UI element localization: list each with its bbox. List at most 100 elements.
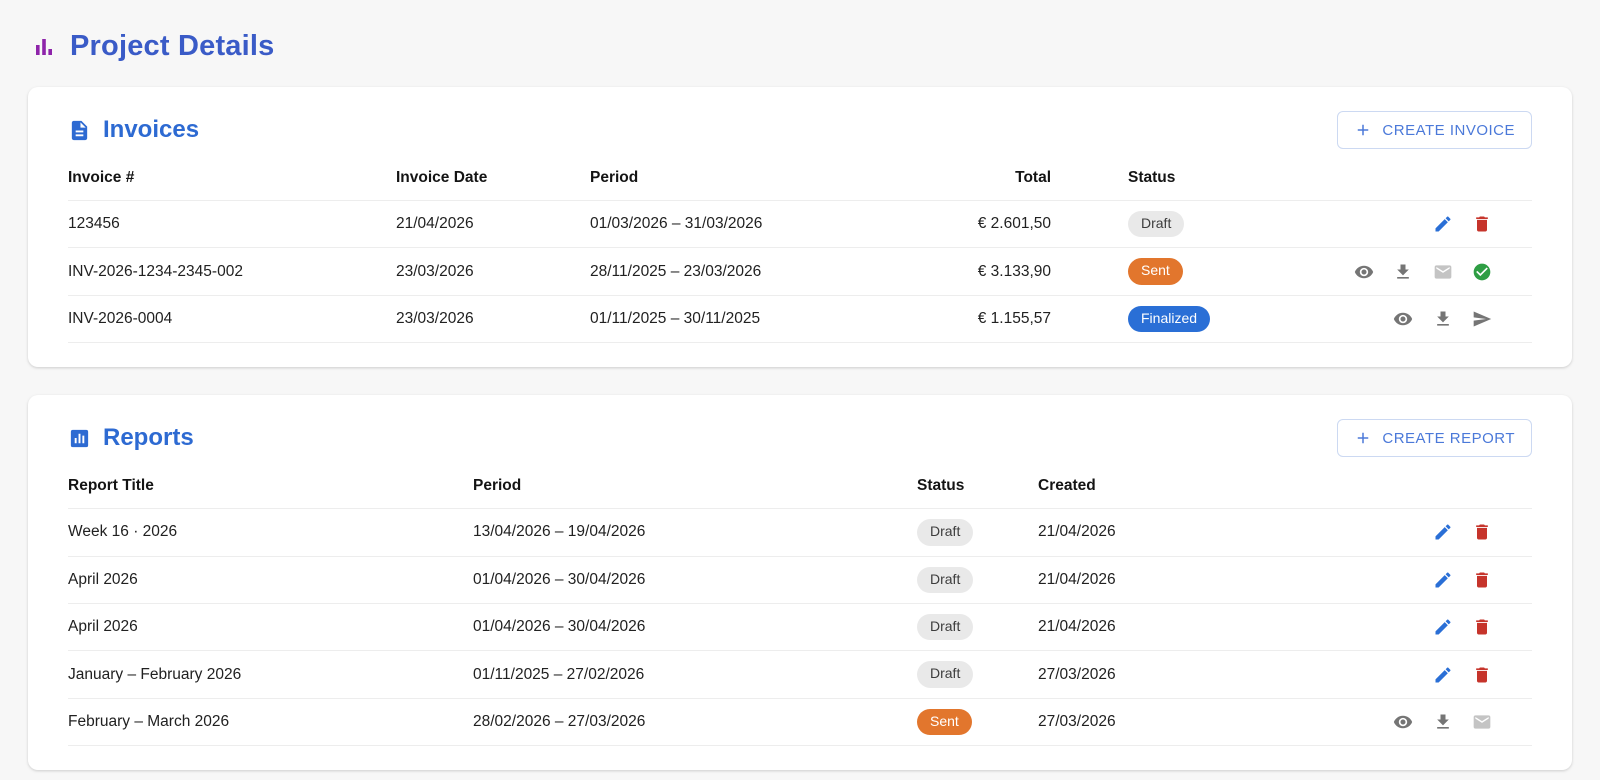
col-period: Period [590, 169, 639, 186]
edit-button[interactable] [1433, 570, 1453, 590]
report-actions [1198, 650, 1532, 699]
report-period: 01/04/2026 – 30/04/2026 [473, 555, 917, 604]
report-row: April 2026 01/04/2026 – 30/04/2026 Draft… [68, 555, 1532, 604]
email-button[interactable] [1433, 262, 1453, 282]
delete-button[interactable] [1472, 570, 1492, 590]
report-title: April 2026 [68, 602, 473, 651]
invoice-date: 23/03/2026 [396, 294, 590, 344]
status-badge: Finalized [1128, 305, 1211, 333]
check-circle-icon [1473, 263, 1491, 280]
trash-icon [1476, 524, 1488, 540]
status-badge: Draft [917, 661, 974, 688]
reports-header-row: Report Title Period Status Created [68, 465, 1532, 509]
reports-section-title: Reports [68, 424, 194, 452]
report-created: 21/04/2026 [1038, 602, 1198, 651]
col-report-title: Report Title [68, 477, 154, 495]
document-icon [71, 120, 88, 140]
delete-button[interactable] [1472, 522, 1492, 542]
report-actions [1198, 555, 1532, 604]
page: Project Details Invoices CREATE INVOICE [0, 0, 1600, 771]
status-badge: Draft [917, 613, 974, 641]
invoices-card-header: Invoices CREATE INVOICE [68, 111, 1532, 149]
invoices-table: Invoice # Invoice Date Period Total Stat… [68, 157, 1532, 344]
invoice-period: 01/03/2026 – 31/03/2026 [590, 199, 880, 248]
view-button[interactable] [1393, 712, 1413, 732]
edit-button[interactable] [1433, 665, 1453, 685]
invoices-title: Invoices [103, 116, 200, 143]
invoice-row: INV-2026-0004 23/03/2026 01/11/2025 – 30… [68, 294, 1532, 344]
download-button[interactable] [1393, 262, 1413, 282]
invoice-period: 28/11/2025 – 23/03/2026 [590, 247, 880, 296]
col-status: Status [1128, 169, 1176, 186]
status-badge: Draft [1128, 211, 1185, 238]
report-row: February – March 2026 28/02/2026 – 27/03… [68, 697, 1532, 747]
plus-icon [1358, 124, 1369, 136]
pencil-icon [1435, 572, 1451, 588]
report-period: 28/02/2026 – 27/03/2026 [473, 697, 917, 747]
download-icon [1397, 264, 1410, 279]
col-invoice-date: Invoice Date [396, 169, 488, 186]
delete-button[interactable] [1472, 617, 1492, 637]
download-icon [1436, 311, 1449, 326]
trash-icon [1476, 667, 1488, 683]
report-created: 27/03/2026 [1038, 650, 1198, 699]
download-button[interactable] [1433, 712, 1453, 732]
invoice-total: € 3.133,90 [880, 247, 1051, 296]
invoice-period: 01/11/2025 – 30/11/2025 [590, 294, 880, 344]
status-badge: Draft [917, 566, 974, 593]
report-period: 01/04/2026 – 30/04/2026 [473, 602, 917, 651]
col-total: Total [1015, 169, 1051, 186]
view-button[interactable] [1393, 309, 1413, 329]
reports-table: Report Title Period Status Created Week … [68, 465, 1532, 747]
pencil-icon [1435, 619, 1451, 635]
invoice-date: 21/04/2026 [396, 199, 590, 248]
trash-icon [1476, 572, 1488, 588]
invoice-row: 123456 21/04/2026 01/03/2026 – 31/03/202… [68, 199, 1532, 248]
edit-button[interactable] [1433, 617, 1453, 637]
view-button[interactable] [1354, 262, 1374, 282]
report-row: Week 16 · 2026 13/04/2026 – 19/04/2026 D… [68, 508, 1532, 557]
invoice-date: 23/03/2026 [396, 247, 590, 296]
report-title: January – February 2026 [68, 650, 473, 699]
reports-card: Reports CREATE REPORT Report Title Perio… [28, 395, 1572, 771]
report-title: Week 16 · 2026 [68, 508, 473, 557]
create-invoice-button[interactable]: CREATE INVOICE [1337, 111, 1532, 149]
trash-icon [1476, 216, 1488, 232]
trash-icon [1476, 619, 1488, 635]
invoice-total: € 2.601,50 [880, 199, 1051, 248]
invoices-card: Invoices CREATE INVOICE Invoice # Invoic… [28, 87, 1572, 368]
envelope-icon [1434, 264, 1452, 279]
delete-button[interactable] [1472, 214, 1492, 234]
invoice-number: INV-2026-0004 [68, 294, 396, 344]
reports-title: Reports [103, 424, 194, 452]
edit-button[interactable] [1433, 214, 1453, 234]
report-row: April 2026 01/04/2026 – 30/04/2026 Draft… [68, 602, 1532, 651]
create-report-button[interactable]: CREATE REPORT [1337, 419, 1532, 458]
report-created: 21/04/2026 [1038, 555, 1198, 604]
edit-button[interactable] [1433, 522, 1453, 542]
plus-icon [1358, 432, 1369, 444]
send-button[interactable] [1472, 309, 1492, 329]
invoices-section-title: Invoices [68, 116, 199, 144]
delete-button[interactable] [1472, 665, 1492, 685]
report-created: 27/03/2026 [1038, 697, 1198, 747]
col-created: Created [1038, 477, 1096, 495]
create-report-label: CREATE REPORT [1382, 429, 1515, 447]
invoices-header-row: Invoice # Invoice Date Period Total Stat… [68, 157, 1532, 201]
pencil-icon [1435, 216, 1451, 232]
invoice-row: INV-2026-1234-2345-002 23/03/2026 28/11/… [68, 247, 1532, 296]
pencil-icon [1435, 667, 1451, 683]
report-actions [1198, 508, 1532, 557]
paper-plane-icon [1473, 311, 1492, 327]
download-button[interactable] [1433, 309, 1453, 329]
invoice-total: € 1.155,57 [880, 294, 1051, 344]
email-button[interactable] [1472, 712, 1492, 732]
bar-chart-icon [36, 38, 52, 55]
report-period: 01/11/2025 – 27/02/2026 [473, 650, 917, 699]
invoice-number: 123456 [68, 199, 396, 248]
page-title: Project Details [70, 30, 275, 62]
mark-paid-button[interactable] [1472, 262, 1492, 282]
status-badge: Sent [1128, 258, 1183, 285]
report-period: 13/04/2026 – 19/04/2026 [473, 508, 917, 557]
report-title: April 2026 [68, 555, 473, 604]
